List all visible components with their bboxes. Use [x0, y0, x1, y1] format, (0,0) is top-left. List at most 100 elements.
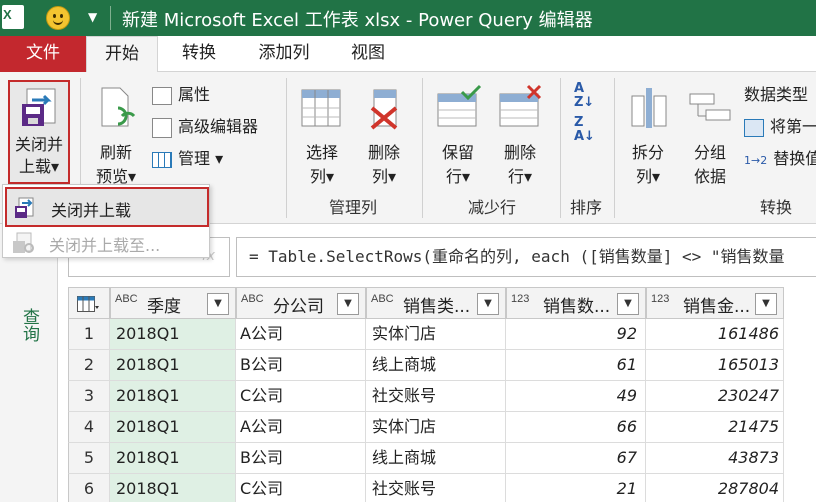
properties-icon — [152, 86, 172, 105]
column-header-quantity[interactable]: 123 销售数... ▼ — [506, 287, 646, 319]
cell-amount[interactable]: 161486 — [646, 319, 784, 350]
row-number[interactable]: 6 — [68, 474, 110, 502]
tab-home[interactable]: 开始 — [86, 36, 158, 73]
column-filter-active-icon[interactable]: ▼ — [617, 293, 639, 315]
remove-columns-label-1: 删除 — [367, 143, 400, 162]
ribbon-tabs: 文件 开始 转换 添加列 视图 — [0, 36, 816, 73]
group-by-button[interactable]: 分组 依据 — [682, 80, 738, 186]
tab-file[interactable]: 文件 — [0, 36, 86, 72]
table-menu-corner[interactable] — [68, 287, 110, 319]
cell-company[interactable]: A公司 — [236, 412, 366, 443]
queries-pane-label[interactable]: 查询 — [18, 308, 42, 342]
cell-quantity[interactable]: 66 — [506, 412, 646, 443]
manage-columns-group-label: 管理列 — [328, 198, 377, 217]
cell-company[interactable]: B公司 — [236, 350, 366, 381]
remove-columns-button[interactable]: 删除 列▾ — [356, 80, 412, 186]
keep-rows-button[interactable]: 保留 行▾ — [430, 80, 486, 186]
cell-amount[interactable]: 43873 — [646, 443, 784, 474]
text-type-icon[interactable]: ABC — [371, 294, 394, 305]
column-header-amount[interactable]: 123 销售金... ▼ — [646, 287, 784, 319]
sort-descending-button[interactable]: Z A↓ — [574, 116, 595, 144]
column-header-company[interactable]: ABC 分公司 ▼ — [236, 287, 366, 319]
cell-quantity[interactable]: 92 — [506, 319, 646, 350]
menu-item-close-and-load-to[interactable]: 关闭并上载至... — [5, 229, 209, 257]
smiley-feedback-icon[interactable] — [46, 6, 70, 30]
choose-columns-label-1: 选择 — [305, 143, 338, 162]
cell-amount[interactable]: 21475 — [646, 412, 784, 443]
split-column-button[interactable]: 拆分 列▾ — [620, 80, 676, 186]
cell-company[interactable]: C公司 — [236, 381, 366, 412]
cell-channel[interactable]: 实体门店 — [366, 319, 506, 350]
excel-app-icon[interactable]: X — [2, 5, 24, 29]
text-type-icon[interactable]: ABC — [115, 294, 138, 305]
text-type-icon[interactable]: ABC — [241, 294, 264, 305]
advanced-editor-button[interactable]: 高级编辑器 — [152, 116, 258, 138]
ribbon-separator — [286, 78, 287, 218]
sort-group-label: 排序 — [569, 198, 602, 217]
cell-quarter[interactable]: 2018Q1 — [110, 350, 236, 381]
data-type-button[interactable]: 数据类型 — [744, 84, 808, 106]
cell-amount[interactable]: 165013 — [646, 350, 784, 381]
column-header-quarter[interactable]: ABC 季度 ▼ — [110, 287, 236, 319]
title-bar: X ▼ 新建 Microsoft Excel 工作表 xlsx - Power … — [0, 0, 816, 36]
replace-values-button[interactable]: 1→2 替换值 — [744, 148, 816, 172]
cell-quarter[interactable]: 2018Q1 — [110, 319, 236, 350]
formula-bar[interactable]: = Table.SelectRows(重命名的列, each ([销售数量] <… — [236, 237, 816, 277]
remove-columns-icon — [370, 89, 398, 130]
split-label-2: 列▾ — [635, 167, 661, 186]
cell-channel[interactable]: 社交账号 — [366, 381, 506, 412]
cell-quantity[interactable]: 49 — [506, 381, 646, 412]
remove-rows-label-1: 删除 — [503, 143, 536, 162]
cell-quarter[interactable]: 2018Q1 — [110, 443, 236, 474]
choose-columns-button[interactable]: 选择 列▾ — [294, 80, 350, 186]
ribbon-separator — [422, 78, 423, 218]
use-first-row-button[interactable]: 将第一 — [744, 116, 816, 138]
manage-button[interactable]: 管理 ▾ — [152, 148, 223, 170]
close-and-load-icon — [22, 88, 56, 126]
column-filter-button[interactable]: ▼ — [477, 293, 499, 315]
column-filter-button[interactable]: ▼ — [755, 293, 777, 315]
row-number[interactable]: 1 — [68, 319, 110, 350]
cell-channel[interactable]: 社交账号 — [366, 474, 506, 502]
cell-amount[interactable]: 230247 — [646, 381, 784, 412]
cell-quarter[interactable]: 2018Q1 — [110, 412, 236, 443]
tab-add-column[interactable]: 添加列 — [242, 36, 326, 72]
column-filter-button[interactable]: ▼ — [207, 293, 229, 315]
close-and-load-button[interactable]: 关闭并 上载▾ — [8, 80, 70, 184]
cell-company[interactable]: B公司 — [236, 443, 366, 474]
cell-company[interactable]: A公司 — [236, 319, 366, 350]
number-type-icon[interactable]: 123 — [511, 294, 529, 305]
tab-transform[interactable]: 转换 — [166, 36, 232, 72]
cell-quantity[interactable]: 67 — [506, 443, 646, 474]
keep-rows-label-1: 保留 — [441, 143, 474, 162]
tab-view[interactable]: 视图 — [336, 36, 400, 72]
column-filter-button[interactable]: ▼ — [337, 293, 359, 315]
manage-icon — [152, 151, 172, 168]
row-number[interactable]: 2 — [68, 350, 110, 381]
refresh-preview-button[interactable]: 刷新 预览▾ — [86, 80, 146, 186]
cell-channel[interactable]: 线上商城 — [366, 443, 506, 474]
menu-item-close-and-load[interactable]: 关闭并上载 — [5, 187, 209, 227]
remove-rows-button[interactable]: 删除 行▾ — [492, 80, 548, 186]
cell-amount[interactable]: 287804 — [646, 474, 784, 502]
column-header-channel[interactable]: ABC 销售类... ▼ — [366, 287, 506, 319]
ribbon-separator — [560, 78, 561, 218]
close-and-load-label-2: 上载▾ — [18, 157, 60, 176]
sort-ascending-icon: A Z↓ — [574, 81, 595, 110]
properties-button[interactable]: 属性 — [152, 84, 210, 106]
row-number[interactable]: 3 — [68, 381, 110, 412]
cell-quantity[interactable]: 21 — [506, 474, 646, 502]
cell-company[interactable]: C公司 — [236, 474, 366, 502]
number-type-icon[interactable]: 123 — [651, 294, 669, 305]
queries-pane[interactable] — [0, 224, 58, 502]
row-number[interactable]: 4 — [68, 412, 110, 443]
cell-quarter[interactable]: 2018Q1 — [110, 474, 236, 502]
sort-ascending-button[interactable]: A Z↓ — [574, 82, 594, 110]
cell-quarter[interactable]: 2018Q1 — [110, 381, 236, 412]
row-number[interactable]: 5 — [68, 443, 110, 474]
transform-group-label: 转换 — [759, 198, 792, 217]
cell-quantity[interactable]: 61 — [506, 350, 646, 381]
cell-channel[interactable]: 实体门店 — [366, 412, 506, 443]
quick-access-dropdown-icon[interactable]: ▼ — [88, 10, 97, 24]
cell-channel[interactable]: 线上商城 — [366, 350, 506, 381]
